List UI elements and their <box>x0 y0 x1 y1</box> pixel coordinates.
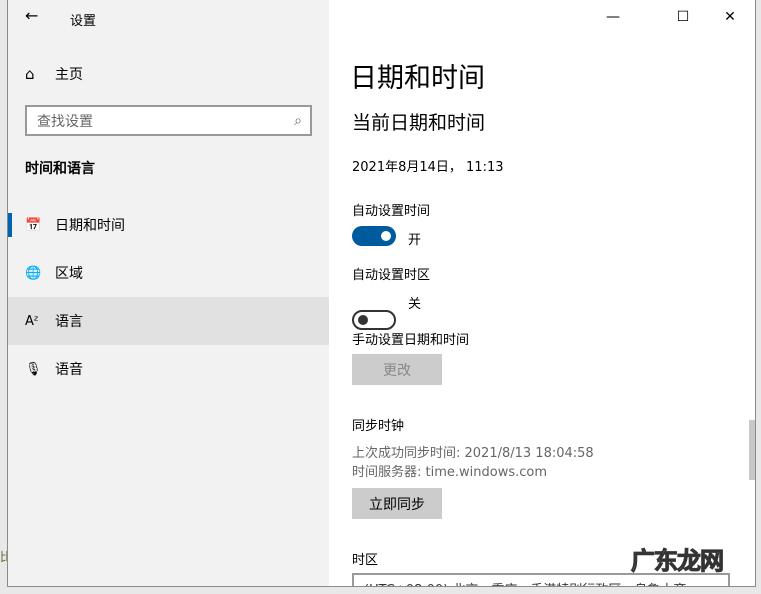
sidebar-item-label: 区域 <box>55 266 83 282</box>
auto-time-state: 开 <box>408 233 422 248</box>
home-link[interactable]: ⌂ 主页 <box>25 64 83 84</box>
current-datetime: 2021年8月14日， 11:13 <box>352 160 504 175</box>
home-icon: ⌂ <box>25 65 35 83</box>
window-title: 设置 <box>70 14 97 29</box>
section-subtitle: 当前日期和时间 <box>352 112 486 134</box>
back-button[interactable]: ← <box>25 6 38 25</box>
microphone-icon: 🎙 <box>25 361 42 377</box>
minimize-button[interactable]: — <box>590 0 636 34</box>
auto-time-toggle[interactable] <box>352 226 396 246</box>
timezone-label: 时区 <box>352 553 379 568</box>
change-button[interactable]: 更改 <box>352 354 442 385</box>
last-sync-text: 上次成功同步时间: 2021/8/13 18:04:58 <box>352 446 594 461</box>
search-placeholder: 查找设置 <box>37 113 93 130</box>
close-button[interactable]: ✕ <box>707 0 753 34</box>
globe-icon: 🌐 <box>25 265 42 281</box>
sidebar-item-speech[interactable]: 🎙 语音 <box>8 345 329 393</box>
sidebar-item-region[interactable]: 🌐 区域 <box>8 249 329 297</box>
auto-zone-label: 自动设置时区 <box>352 268 431 283</box>
sidebar-item-label: 语音 <box>55 362 83 378</box>
sync-label: 同步时钟 <box>352 419 405 434</box>
auto-zone-toggle[interactable] <box>352 310 396 330</box>
sidebar-item-language[interactable]: Aᶻ 语言 <box>8 297 329 345</box>
home-label: 主页 <box>55 67 83 83</box>
settings-window: ← 设置 ⌂ 主页 查找设置 ⌕ 时间和语言 📅 日期和时间 🌐 区域 Aᶻ 语… <box>7 0 756 587</box>
main-content: — ☐ ✕ 日期和时间 当前日期和时间 2021年8月14日， 11:13 自动… <box>329 0 755 586</box>
auto-zone-state: 关 <box>408 297 422 312</box>
time-server-text: 时间服务器: time.windows.com <box>352 465 548 480</box>
watermark: 广东龙网 <box>631 547 725 576</box>
sidebar: ← 设置 ⌂ 主页 查找设置 ⌕ 时间和语言 📅 日期和时间 🌐 区域 Aᶻ 语… <box>8 0 329 586</box>
language-icon: Aᶻ <box>25 313 39 329</box>
sidebar-item-label: 语言 <box>55 314 83 330</box>
selection-indicator <box>8 213 12 237</box>
search-icon: ⌕ <box>294 112 302 129</box>
page-title: 日期和时间 <box>350 63 485 94</box>
maximize-button[interactable]: ☐ <box>660 0 706 34</box>
manual-label: 手动设置日期和时间 <box>352 333 470 348</box>
sync-now-button[interactable]: 立即同步 <box>352 488 442 519</box>
section-title: 时间和语言 <box>25 161 95 177</box>
sidebar-item-date-time[interactable]: 📅 日期和时间 <box>8 201 329 249</box>
sidebar-item-label: 日期和时间 <box>55 218 125 234</box>
auto-time-label: 自动设置时间 <box>352 204 431 219</box>
scrollbar[interactable] <box>749 420 755 480</box>
calendar-clock-icon: 📅 <box>25 217 42 233</box>
search-input[interactable]: 查找设置 ⌕ <box>25 105 312 136</box>
